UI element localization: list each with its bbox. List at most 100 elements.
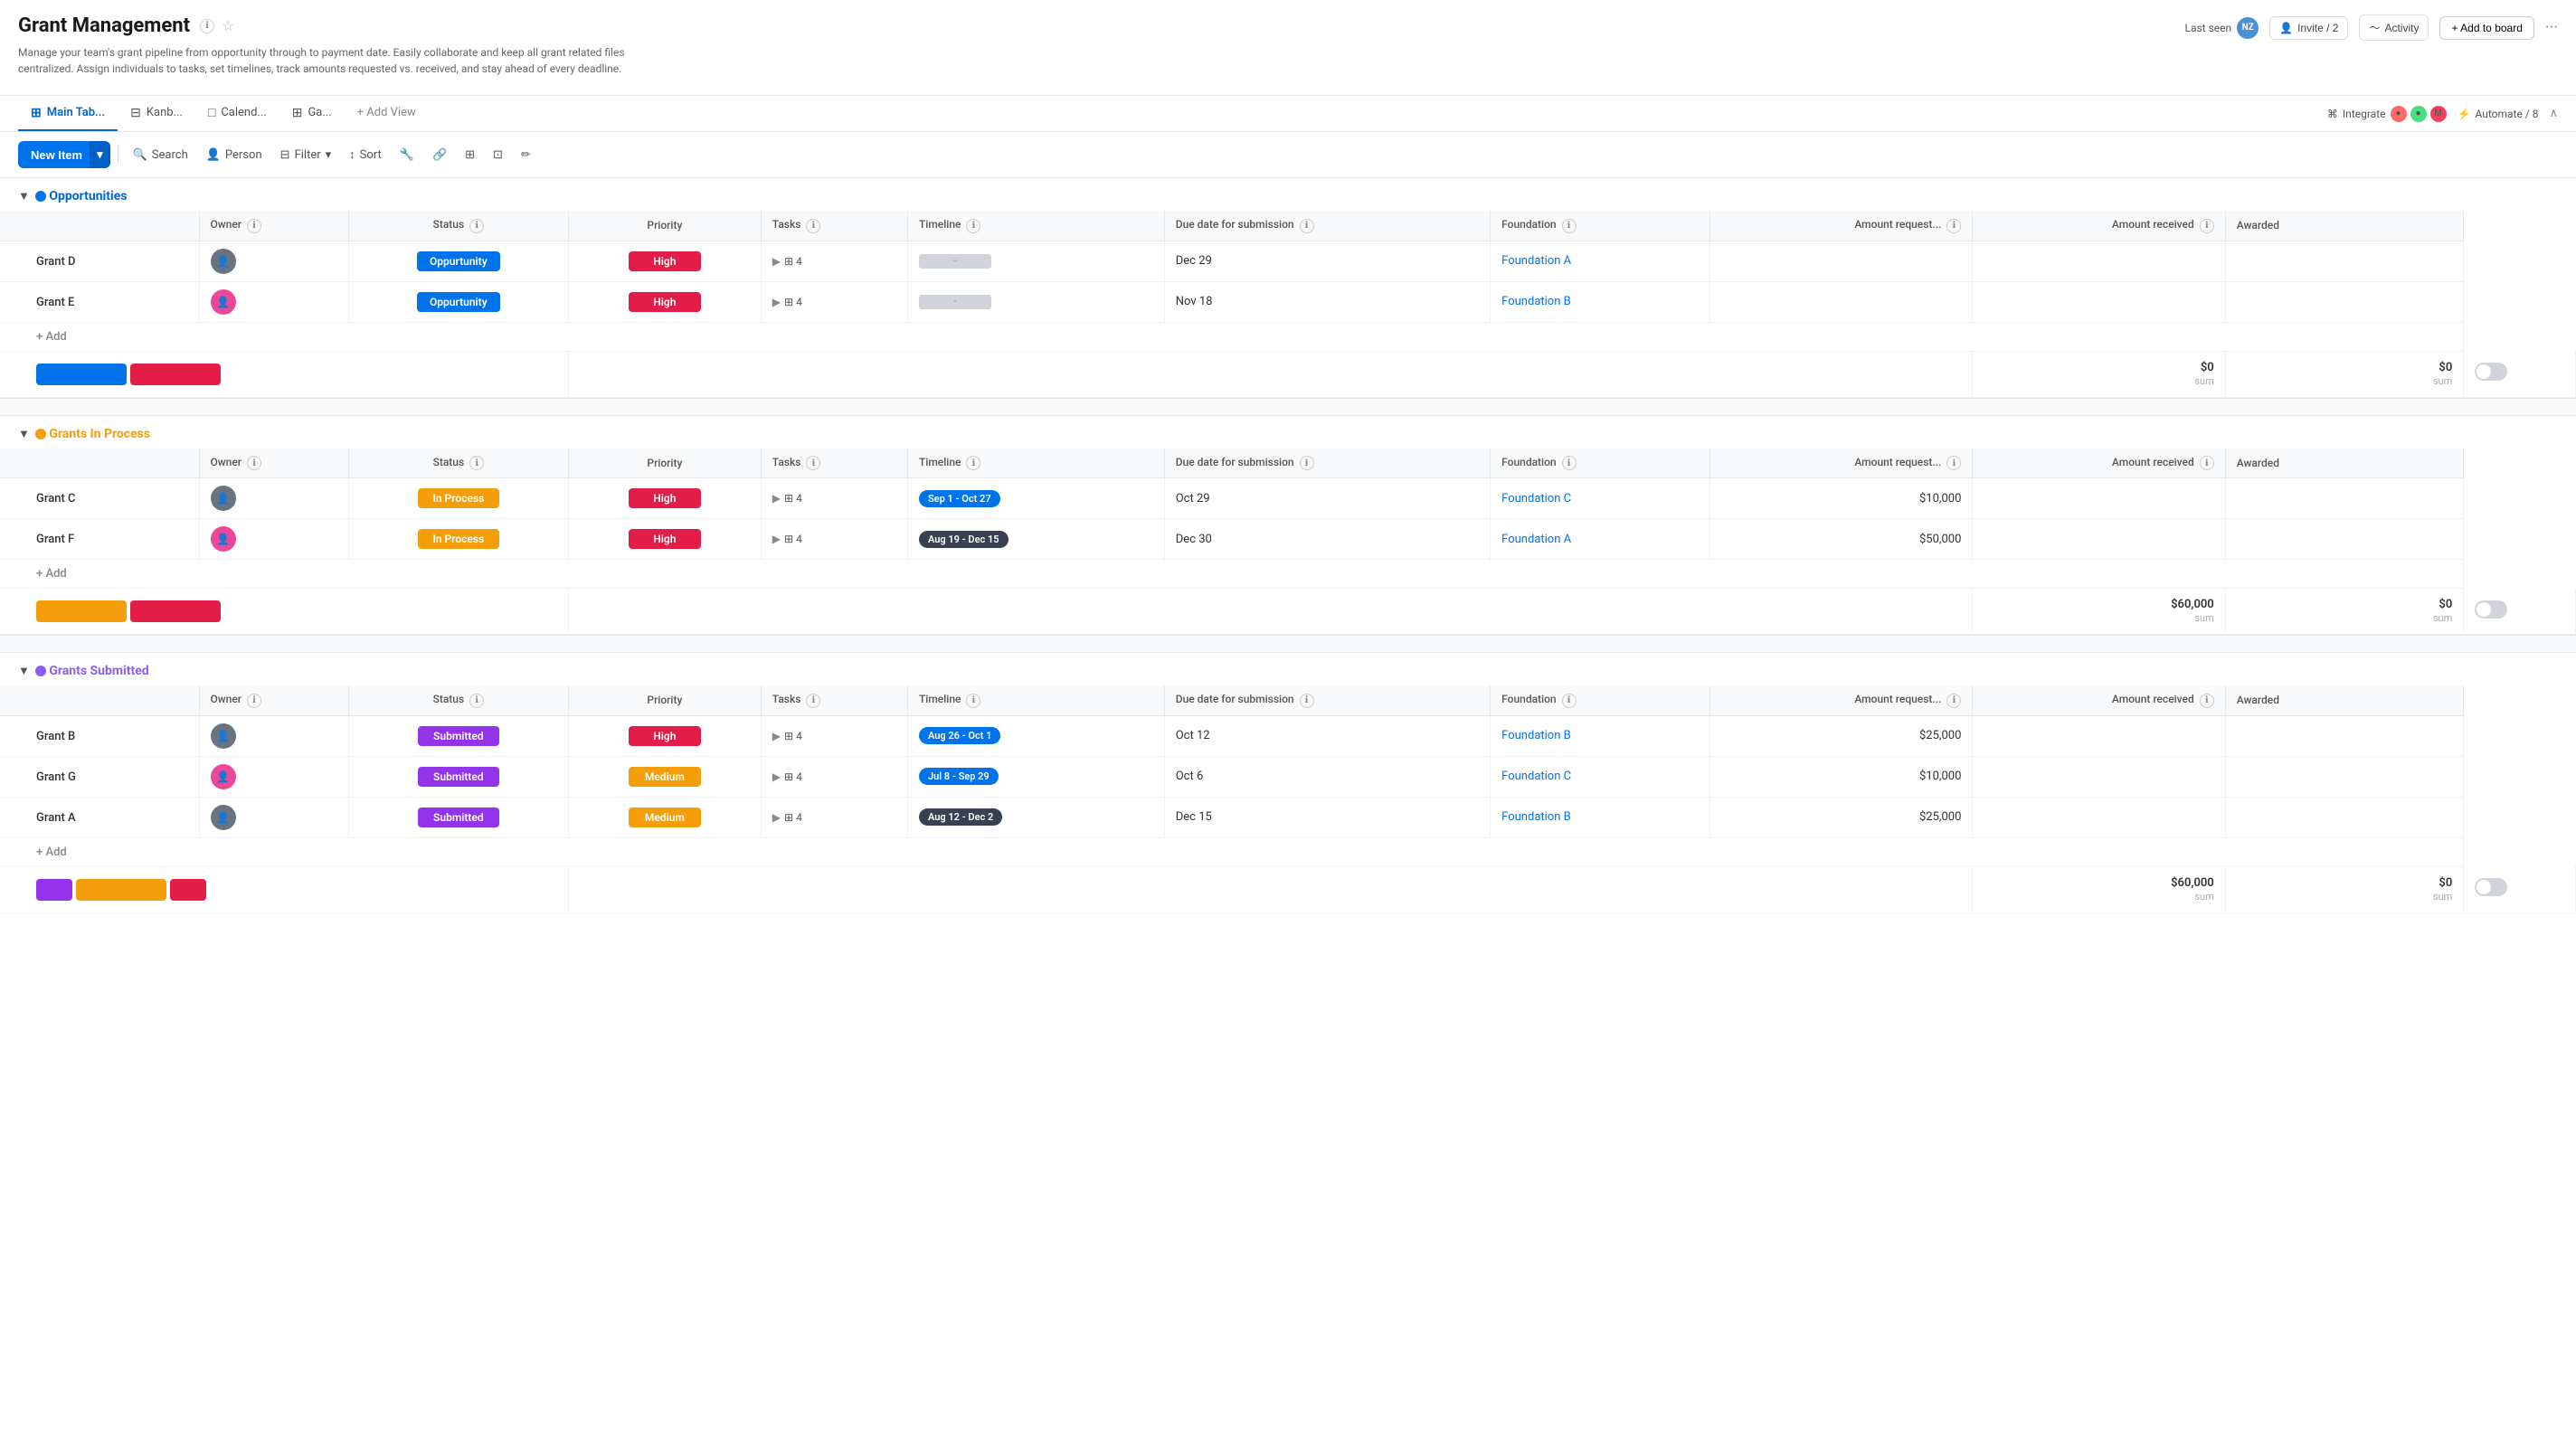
add-row[interactable]: + Add: [0, 560, 2576, 589]
task-expand[interactable]: ▶: [772, 255, 781, 268]
priority-cell[interactable]: High: [568, 715, 761, 756]
status-cell[interactable]: Oppurtunity: [348, 241, 568, 281]
sum-amount-req-value: $60,000: [1984, 876, 2213, 890]
person-button[interactable]: 👤 Person: [199, 144, 270, 166]
task-expand[interactable]: ▶: [772, 730, 781, 742]
task-expand[interactable]: ▶: [772, 533, 781, 545]
tasks-info-icon[interactable]: ℹ: [806, 694, 820, 708]
tab-calendar[interactable]: □ Calend...: [195, 96, 279, 131]
status-cell[interactable]: Submitted: [348, 756, 568, 797]
status-cell[interactable]: In Process: [348, 519, 568, 560]
status-cell[interactable]: In Process: [348, 478, 568, 519]
status-cell[interactable]: Submitted: [348, 797, 568, 837]
grant-name: Grant F ⊕: [0, 519, 199, 560]
foundation-link[interactable]: Foundation C: [1501, 492, 1571, 505]
col-header-owner: Owner ℹ: [199, 449, 348, 478]
priority-cell[interactable]: Medium: [568, 756, 761, 797]
status-info-icon[interactable]: ℹ: [469, 456, 484, 470]
grid-button[interactable]: ⊡: [486, 144, 510, 166]
foundation-info-icon[interactable]: ℹ: [1562, 456, 1577, 470]
page-wrapper: Grant Management ℹ ☆ Last seen NZ 👤 Invi…: [0, 0, 2576, 913]
add-row[interactable]: + Add: [0, 837, 2576, 866]
timeline-cell: Aug 26 - Oct 1: [907, 715, 1164, 756]
status-info-icon[interactable]: ℹ: [469, 219, 484, 233]
amount-rec-info-icon[interactable]: ℹ: [2200, 456, 2214, 470]
tab-gantt[interactable]: ⊞ Ga...: [279, 97, 345, 131]
amount-req-info-icon[interactable]: ℹ: [1946, 456, 1961, 470]
status-cell[interactable]: Submitted: [348, 715, 568, 756]
duedate-info-icon[interactable]: ℹ: [1300, 456, 1314, 470]
add-row[interactable]: + Add: [0, 322, 2576, 351]
foundation-info-icon[interactable]: ℹ: [1562, 219, 1577, 233]
foundation-link[interactable]: Foundation C: [1501, 770, 1571, 783]
integrate-button[interactable]: ⌘ Integrate ● ● M: [2327, 106, 2447, 122]
amount-req-info-icon[interactable]: ℹ: [1946, 219, 1961, 233]
foundation-link[interactable]: Foundation A: [1501, 533, 1571, 546]
toggle-switch[interactable]: [2475, 363, 2507, 381]
status-cell[interactable]: Oppurtunity: [348, 281, 568, 322]
tab-kanban[interactable]: ⊟ Kanb...: [118, 97, 195, 131]
section-opportunities-toggle[interactable]: ▼: [18, 189, 30, 203]
owner-info-icon[interactable]: ℹ: [247, 219, 261, 233]
bar-blue: [36, 364, 127, 385]
new-item-dropdown-button[interactable]: ▾: [90, 141, 110, 168]
task-expand[interactable]: ▶: [772, 770, 781, 783]
tab-add-view[interactable]: + Add View: [345, 97, 429, 130]
section-submitted-toggle[interactable]: ▼: [18, 664, 30, 678]
collapse-button[interactable]: ∧: [2549, 107, 2558, 120]
amount-req-info-icon[interactable]: ℹ: [1946, 694, 1961, 708]
section-in-process-toggle[interactable]: ▼: [18, 427, 30, 441]
priority-cell[interactable]: High: [568, 241, 761, 281]
foundation-link[interactable]: Foundation B: [1501, 810, 1571, 824]
info-icon[interactable]: ℹ: [200, 19, 214, 33]
foundation-link[interactable]: Foundation A: [1501, 254, 1571, 268]
columns-button[interactable]: ⊞: [458, 144, 482, 166]
foundation-link[interactable]: Foundation B: [1501, 729, 1571, 742]
add-row-cell[interactable]: + Add: [0, 560, 2464, 589]
sum-amount-req-label: sum: [2194, 375, 2213, 387]
timeline-info-icon[interactable]: ℹ: [966, 456, 980, 470]
section-opportunities-title: Opportunities: [46, 189, 128, 203]
priority-cell[interactable]: High: [568, 519, 761, 560]
task-expand[interactable]: ▶: [772, 492, 781, 505]
priority-cell[interactable]: Medium: [568, 797, 761, 837]
foundation-info-icon[interactable]: ℹ: [1562, 694, 1577, 708]
task-expand[interactable]: ▶: [772, 811, 781, 824]
activity-button[interactable]: 〜 Activity: [2359, 14, 2429, 41]
amount-rec-info-icon[interactable]: ℹ: [2200, 694, 2214, 708]
edit-button[interactable]: ✏: [514, 144, 538, 166]
foundation-link[interactable]: Foundation B: [1501, 295, 1571, 308]
tasks-info-icon[interactable]: ℹ: [806, 456, 820, 470]
owner-info-icon[interactable]: ℹ: [247, 456, 261, 470]
amount-rec-info-icon[interactable]: ℹ: [2200, 219, 2214, 233]
owner-info-icon[interactable]: ℹ: [247, 694, 261, 708]
automate-button[interactable]: ⚡ Automate / 8: [2458, 108, 2539, 120]
link-button[interactable]: 🔗: [425, 144, 454, 166]
toggle-switch[interactable]: [2475, 878, 2507, 896]
filter-button[interactable]: ⊟ Filter ▾: [273, 144, 339, 166]
add-board-button[interactable]: + Add to board: [2439, 16, 2533, 40]
add-row-cell[interactable]: + Add: [0, 322, 2464, 351]
tab-main[interactable]: ⊞ Main Tab...: [18, 97, 118, 131]
task-expand[interactable]: ▶: [772, 296, 781, 308]
grant-name: Grant E ⊕: [0, 281, 199, 322]
new-item-button[interactable]: New Item: [18, 141, 95, 168]
duedate-info-icon[interactable]: ℹ: [1300, 219, 1314, 233]
sort-button[interactable]: ↕ Sort: [342, 143, 389, 166]
invite-button[interactable]: 👤 Invite / 2: [2269, 16, 2348, 40]
activity-icon: 〜: [2369, 20, 2380, 35]
priority-cell[interactable]: High: [568, 478, 761, 519]
priority-cell[interactable]: High: [568, 281, 761, 322]
more-options-button[interactable]: ···: [2545, 18, 2558, 37]
wrench-button[interactable]: 🔧: [393, 144, 421, 166]
star-icon[interactable]: ☆: [222, 17, 234, 34]
timeline-info-icon[interactable]: ℹ: [966, 694, 980, 708]
toggle-switch[interactable]: [2475, 600, 2507, 619]
tasks-info-icon[interactable]: ℹ: [806, 219, 820, 233]
add-row-cell[interactable]: + Add: [0, 837, 2464, 866]
timeline-info-icon[interactable]: ℹ: [966, 219, 980, 233]
duedate-info-icon[interactable]: ℹ: [1300, 694, 1314, 708]
search-button[interactable]: 🔍 Search: [126, 144, 195, 166]
col-header-duedate: Due date for submission ℹ: [1164, 449, 1490, 478]
status-info-icon[interactable]: ℹ: [469, 694, 484, 708]
